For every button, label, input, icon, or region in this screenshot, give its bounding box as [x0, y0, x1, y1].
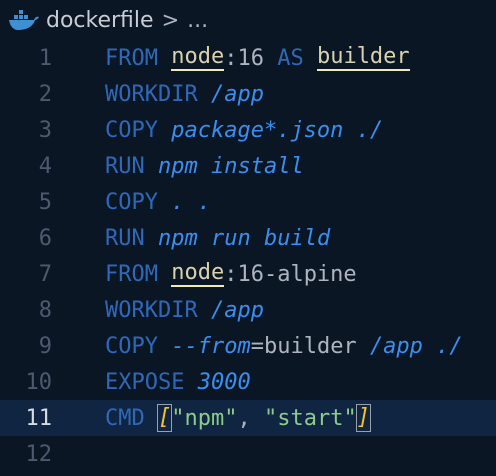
code-line[interactable]: 8 WORKDIR /app	[0, 292, 496, 328]
code-line[interactable]: 3 COPY package*.json ./	[0, 112, 496, 148]
code-line[interactable]: 4 RUN npm install	[0, 148, 496, 184]
keyword-token: WORKDIR	[105, 81, 198, 107]
line-code: FROM node:16-alpine	[105, 256, 357, 292]
code-line[interactable]: 5 COPY . .	[0, 184, 496, 220]
line-code: WORKDIR /app	[105, 292, 264, 328]
code-line[interactable]: 9 COPY --from =builder /app ./	[0, 328, 496, 364]
line-code: EXPOSE 3000	[105, 364, 251, 400]
line-code: FROM node:16 AS builder	[105, 40, 410, 76]
breadcrumb-separator: >	[161, 8, 180, 32]
image-name-token: node	[171, 44, 225, 71]
keyword-token: COPY	[105, 189, 158, 215]
code-line[interactable]: 2 WORKDIR /app	[0, 76, 496, 112]
line-number: 7	[38, 261, 52, 287]
keyword-token: COPY	[105, 117, 158, 143]
keyword-token: RUN	[105, 153, 145, 179]
keyword-token: FROM	[105, 45, 158, 71]
code-line[interactable]: 6 RUN npm run build	[0, 220, 496, 256]
argument-token: package*.json ./	[171, 117, 384, 143]
line-code: RUN npm install	[105, 148, 304, 184]
line-number: 5	[38, 189, 52, 215]
line-number: 8	[38, 297, 52, 323]
keyword-token: WORKDIR	[105, 297, 198, 323]
image-name-token: builder	[316, 44, 410, 71]
line-code: RUN npm run build	[105, 220, 330, 256]
line-number: 9	[38, 333, 52, 359]
docker-whale-icon	[6, 7, 44, 33]
argument-token: npm install	[158, 153, 304, 179]
argument-token: /app	[210, 81, 264, 107]
line-code: COPY --from =builder /app ./	[105, 328, 463, 364]
argument-token: 3000	[197, 369, 251, 395]
argument-token: npm run build	[158, 225, 331, 251]
image-name-token: node	[171, 260, 225, 287]
line-number: 11	[25, 405, 53, 431]
code-line[interactable]: 10 EXPOSE 3000	[0, 364, 496, 400]
code-editor[interactable]: 1 FROM node:16 AS builder 2 WORKDIR /app 3 CO…	[0, 40, 496, 476]
plain-token: ,	[237, 405, 264, 431]
line-number: 4	[38, 153, 52, 179]
line-code: COPY . .	[105, 184, 211, 220]
breadcrumb-file[interactable]: dockerfile	[46, 8, 154, 33]
bracket-token: [	[156, 404, 173, 432]
code-line[interactable]: 7 FROM node:16-alpine	[0, 256, 496, 292]
line-number: 2	[38, 81, 52, 107]
line-code: CMD ["npm", "start"]	[105, 400, 371, 436]
breadcrumb: dockerfile > ...	[0, 0, 496, 40]
keyword-token: COPY	[105, 333, 158, 359]
code-line[interactable]: 12	[0, 436, 496, 472]
argument-token: /app	[210, 297, 264, 323]
breadcrumb-more[interactable]: ...	[187, 8, 208, 33]
code-line[interactable]: 11 CMD ["npm", "start"]	[0, 400, 496, 436]
keyword-token: AS	[263, 45, 317, 71]
line-code: WORKDIR /app	[105, 76, 264, 112]
plain-token: :16	[224, 45, 264, 71]
argument-token: --from	[171, 333, 251, 359]
bracket-token: ]	[355, 404, 371, 432]
argument-token: /app ./	[369, 333, 463, 359]
keyword-token: EXPOSE	[105, 369, 185, 395]
plain-token: :16-alpine	[224, 261, 357, 287]
string-token: "npm"	[171, 405, 238, 431]
line-number: 12	[25, 441, 53, 467]
argument-token: . .	[171, 189, 211, 215]
code-line[interactable]: 1 FROM node:16 AS builder	[0, 40, 496, 76]
line-code: COPY package*.json ./	[105, 112, 383, 148]
line-number: 6	[38, 225, 52, 251]
line-number: 10	[25, 369, 53, 395]
string-token: "start"	[263, 405, 357, 431]
keyword-token: FROM	[105, 261, 158, 287]
plain-token: =builder	[250, 333, 370, 359]
keyword-token: CMD	[105, 405, 145, 431]
line-number: 3	[38, 117, 52, 143]
line-number: 1	[38, 45, 52, 71]
keyword-token: RUN	[105, 225, 145, 251]
